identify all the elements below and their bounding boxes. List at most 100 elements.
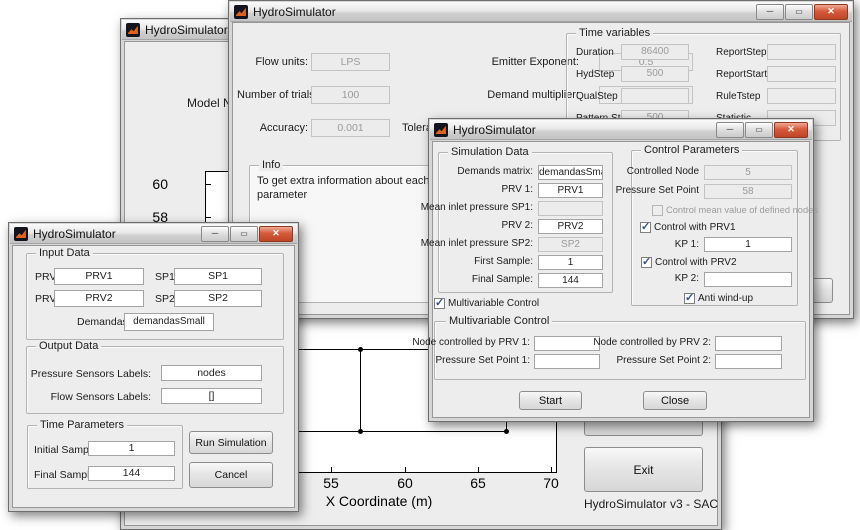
input-data-group: PRV 1: PRV1 SP1: SP1 PRV2: PRV2 SP2: SP2… bbox=[26, 253, 284, 340]
first-sample-field[interactable]: 1 bbox=[538, 255, 603, 270]
time-parameters-group: Initial Sample: 1 Final Sample: 144 bbox=[27, 425, 183, 489]
reportstep-label: ReportStep bbox=[716, 47, 767, 58]
final-sample-label: Final Sample: bbox=[472, 274, 533, 285]
anti-windup-label: Anti wind-up bbox=[698, 293, 753, 304]
initial-sample-field[interactable]: 1 bbox=[88, 441, 175, 456]
start-button[interactable]: Start bbox=[519, 391, 582, 410]
close-icon[interactable] bbox=[814, 4, 848, 20]
kp1-field[interactable]: 1 bbox=[704, 237, 792, 252]
controlled-node-label: Controlled Node bbox=[627, 166, 699, 177]
close-icon[interactable] bbox=[774, 122, 808, 138]
node-controlled-by-prv2-field[interactable] bbox=[715, 336, 782, 351]
ruletstep-field[interactable] bbox=[767, 88, 836, 104]
accuracy-field[interactable]: 0.001 bbox=[311, 119, 390, 137]
prv1-field[interactable]: PRV1 bbox=[538, 183, 603, 198]
window-title: HydroSimulator bbox=[145, 23, 228, 37]
flow-units-field[interactable]: LPS bbox=[311, 53, 390, 71]
minimize-button[interactable] bbox=[716, 122, 744, 138]
pressure-set-point2-field[interactable] bbox=[715, 354, 782, 369]
pressure-set-point-label: Pressure Set Point bbox=[616, 185, 699, 196]
controlled-node-field[interactable]: 5 bbox=[704, 165, 792, 180]
sp1-field[interactable]: SP1 bbox=[174, 268, 262, 285]
window-title: HydroSimulator bbox=[453, 123, 536, 137]
control-with-prv2-checkbox[interactable] bbox=[641, 257, 652, 268]
x-tick-label: 65 bbox=[458, 475, 498, 491]
window-title: HydroSimulator bbox=[253, 5, 336, 19]
pressure-set-point-field[interactable]: 58 bbox=[704, 184, 792, 199]
titlebar[interactable]: HydroSimulator bbox=[10, 224, 297, 244]
reportstart-field[interactable] bbox=[767, 66, 836, 82]
reportstep-field[interactable] bbox=[767, 44, 836, 60]
accuracy-label: Accuracy: bbox=[237, 122, 308, 134]
qualstep-field[interactable] bbox=[621, 88, 689, 104]
mean-inlet-pressure-sp2-field[interactable]: SP2 bbox=[538, 237, 603, 252]
pipe-link bbox=[360, 349, 361, 432]
duration-label: Duration bbox=[576, 47, 614, 58]
pressure-set-point2-label: Pressure Set Point 2: bbox=[617, 355, 712, 366]
maximize-button[interactable] bbox=[745, 122, 773, 138]
matlab-icon bbox=[234, 5, 248, 19]
x-axis-label: X Coordinate (m) bbox=[279, 493, 479, 509]
emitter-exponent-label: Emitter Exponent: bbox=[479, 56, 579, 68]
network-node bbox=[504, 429, 509, 434]
time-parameters-group-label: Time Parameters bbox=[37, 419, 127, 431]
matlab-icon bbox=[14, 227, 28, 241]
input-data-group-label: Input Data bbox=[36, 247, 93, 259]
mean-inlet-pressure-sp1-label: Mean inlet pressure SP1: bbox=[421, 202, 533, 213]
final-sample-field[interactable]: 144 bbox=[88, 466, 175, 481]
simulation-data-group: Demands matrix: demandasSmall PRV 1: PRV… bbox=[438, 152, 613, 293]
y-tick bbox=[206, 217, 211, 218]
close-icon[interactable] bbox=[259, 226, 293, 242]
prv2-field[interactable]: PRV2 bbox=[538, 219, 603, 234]
duration-field[interactable]: 86400 bbox=[621, 44, 689, 60]
input-window: HydroSimulator PRV 1: PRV1 SP1: SP1 PRV2… bbox=[8, 222, 299, 512]
anti-windup-checkbox[interactable] bbox=[684, 293, 695, 304]
flow-sensors-labels-label: Flow Sensors Labels: bbox=[51, 391, 151, 403]
maximize-button[interactable] bbox=[230, 226, 258, 242]
demandas-field[interactable]: demandasSmall bbox=[124, 313, 214, 331]
maximize-button[interactable] bbox=[785, 4, 813, 20]
multivariable-control-group-label: Multivariable Control bbox=[446, 315, 552, 327]
control-mean-checkbox[interactable] bbox=[652, 205, 663, 216]
flow-sensors-labels-field[interactable]: [] bbox=[161, 388, 262, 404]
demands-matrix-field[interactable]: demandasSmall bbox=[538, 165, 603, 180]
exit-button[interactable]: Exit bbox=[584, 447, 703, 492]
multivariable-control-checkbox[interactable] bbox=[434, 298, 445, 309]
titlebar[interactable]: HydroSimulator bbox=[230, 2, 852, 22]
final-sample-field[interactable]: 144 bbox=[538, 273, 603, 288]
pressure-sensors-labels-field[interactable]: nodes bbox=[161, 365, 262, 381]
matlab-icon bbox=[434, 123, 448, 137]
titlebar[interactable]: HydroSimulator bbox=[430, 120, 812, 140]
node-controlled-by-prv1-field[interactable] bbox=[534, 336, 600, 351]
hydstep-field[interactable]: 500 bbox=[621, 66, 689, 82]
info-text-line2: parameter bbox=[257, 189, 307, 201]
number-of-trials-label: Number of trials: bbox=[237, 89, 308, 101]
time-variables-group-label: Time variables bbox=[576, 27, 653, 39]
sp2-field[interactable]: SP2 bbox=[174, 290, 262, 307]
close-button[interactable]: Close bbox=[643, 391, 707, 410]
kp2-field[interactable] bbox=[704, 272, 792, 287]
network-node bbox=[358, 429, 363, 434]
window-title: HydroSimulator bbox=[33, 227, 116, 241]
ruletstep-label: RuleTstep bbox=[716, 91, 760, 102]
run-simulation-button[interactable]: Run Simulation bbox=[189, 431, 273, 454]
mean-inlet-pressure-sp2-label: Mean inlet pressure SP2: bbox=[421, 238, 533, 249]
prv1-field[interactable]: PRV1 bbox=[54, 268, 144, 285]
reportstart-label: ReportStart bbox=[716, 69, 767, 80]
cancel-button[interactable]: Cancel bbox=[189, 462, 273, 488]
kp1-label: KP 1: bbox=[675, 239, 699, 250]
hydstep-label: HydStep bbox=[576, 69, 614, 80]
prv2-label: PRV 2: bbox=[502, 220, 534, 231]
minimize-button[interactable] bbox=[201, 226, 229, 242]
x-tick bbox=[405, 467, 406, 472]
control-parameters-group-label: Control Parameters bbox=[641, 144, 742, 156]
pressure-set-point1-field[interactable] bbox=[534, 354, 600, 369]
pressure-set-point1-label: Pressure Set Point 1: bbox=[436, 355, 531, 366]
prv2-field[interactable]: PRV2 bbox=[54, 290, 144, 307]
number-of-trials-field[interactable]: 100 bbox=[311, 86, 390, 104]
mean-inlet-pressure-sp1-field[interactable] bbox=[538, 201, 603, 216]
node-controlled-by-prv1-label: Node controlled by PRV 1: bbox=[412, 337, 530, 348]
minimize-button[interactable] bbox=[756, 4, 784, 20]
y-tick bbox=[206, 184, 211, 185]
control-with-prv1-checkbox[interactable] bbox=[640, 222, 651, 233]
